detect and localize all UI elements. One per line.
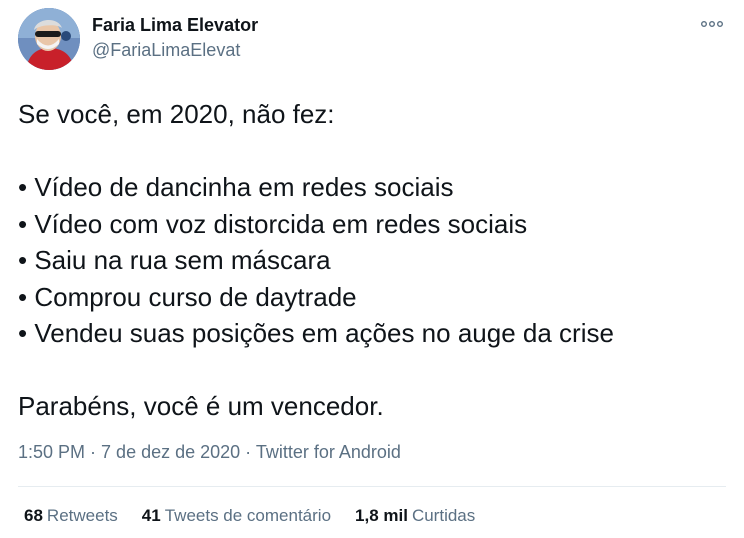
tweet-list-item: • Saiu na rua sem máscara bbox=[18, 245, 331, 275]
quotes-count: 41 bbox=[141, 506, 161, 525]
retweets-label: Retweets bbox=[46, 506, 118, 525]
tweet-source[interactable]: Twitter for Android bbox=[256, 442, 401, 462]
tweet-stats: 68 Retweets 41 Tweets de comentário 1,8 mi… bbox=[24, 506, 475, 526]
quotes-label: Tweets de comentário bbox=[164, 506, 332, 525]
quotes-stat[interactable]: 41 Tweets de comentário bbox=[142, 506, 331, 526]
tweet-list-item: • Comprou curso de daytrade bbox=[18, 281, 357, 312]
meta-separator: · bbox=[85, 442, 102, 462]
tweet-list-item: • Vídeo de dancinha em redes sociais bbox=[18, 172, 454, 202]
tweet-date[interactable]: 7 de dez de 2020 bbox=[101, 442, 240, 462]
likes-label: Curtidas bbox=[411, 506, 476, 525]
tweet-time[interactable]: 1:50 PM bbox=[18, 442, 85, 462]
author-name[interactable]: Faria Lima Elevator bbox=[92, 15, 258, 36]
tweet-card: Faria Lima Elevator @FariaLimaElevat Se … bbox=[0, 0, 744, 538]
divider bbox=[18, 486, 726, 487]
tweet-closing: Parabéns, você é um vencedor. bbox=[18, 391, 384, 421]
author-handle[interactable]: @FariaLimaElevat bbox=[92, 40, 240, 61]
meta-separator: · bbox=[240, 442, 256, 462]
tweet-list-item: • Vendeu suas posições em ações no auge … bbox=[18, 318, 614, 348]
likes-stat[interactable]: 1,8 mil Curtidas bbox=[355, 506, 475, 526]
more-options-button[interactable] bbox=[698, 14, 726, 34]
retweets-stat[interactable]: 68 Retweets bbox=[24, 506, 118, 526]
more-options-icon bbox=[701, 21, 723, 27]
likes-count: 1,8 mil bbox=[355, 506, 408, 525]
tweet-list-item: • Vídeo com voz distorcida em redes soci… bbox=[18, 208, 528, 239]
tweet-meta: 1:50 PM · 7 de dez de 2020 · Twitter for… bbox=[18, 442, 401, 463]
profile-photo-icon bbox=[18, 8, 80, 70]
tweet-text: Se você, em 2020, não fez: • Vídeo de da… bbox=[18, 96, 733, 425]
retweets-count: 68 bbox=[24, 506, 43, 525]
tweet-intro: Se você, em 2020, não fez: bbox=[18, 99, 335, 129]
avatar[interactable] bbox=[18, 8, 80, 70]
